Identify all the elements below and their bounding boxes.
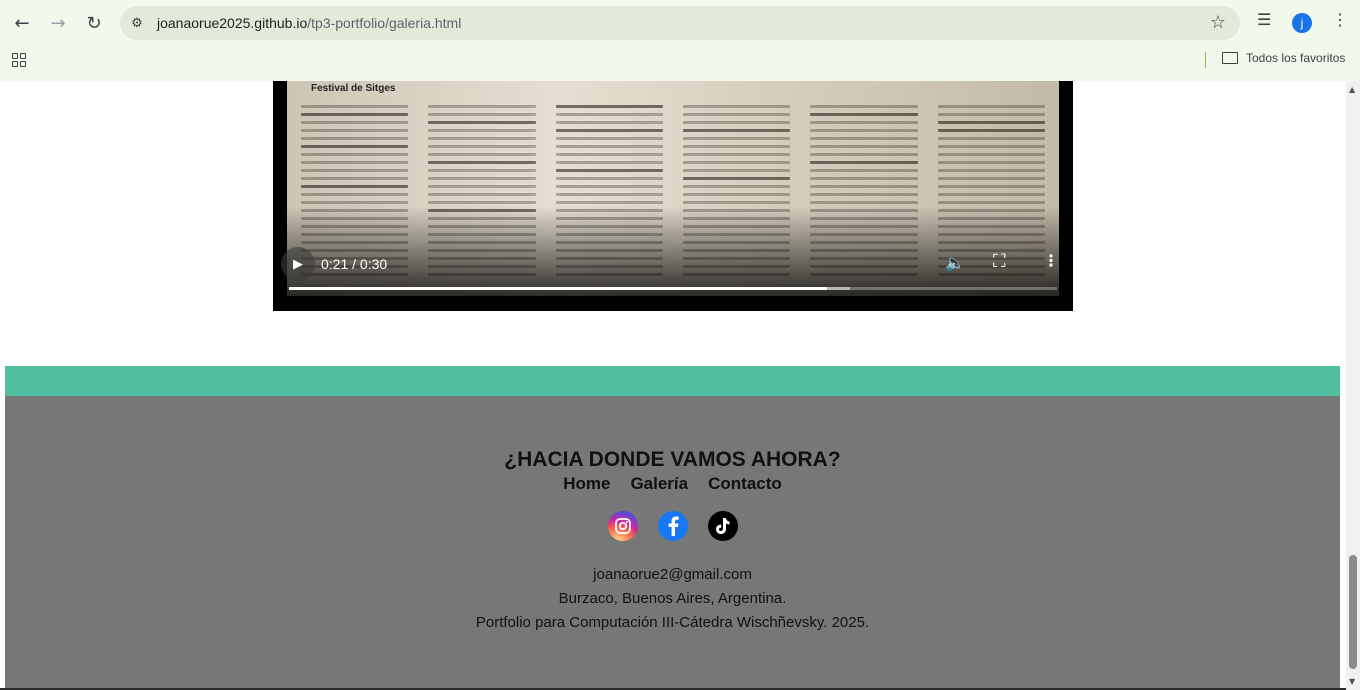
video-frame: Festival de Sitges bbox=[287, 81, 1059, 296]
folder-icon bbox=[1222, 52, 1238, 64]
browser-menu-icon[interactable]: ⋮ bbox=[1332, 10, 1348, 29]
back-button[interactable]: ← bbox=[8, 9, 36, 37]
scroll-up-icon[interactable]: ▲ bbox=[1349, 85, 1355, 94]
footer-accent-bar bbox=[5, 366, 1340, 396]
tiktok-icon[interactable] bbox=[707, 511, 738, 541]
more-options-icon[interactable]: ⋮ bbox=[1043, 251, 1059, 270]
play-button[interactable]: ▶ bbox=[281, 247, 315, 281]
forward-button[interactable]: → bbox=[44, 9, 72, 37]
footer-credits: Portfolio para Computación III-Cátedra W… bbox=[475, 614, 870, 631]
instagram-icon[interactable] bbox=[607, 511, 638, 541]
footer-location: Burzaco, Buenos Aires, Argentina. bbox=[558, 590, 787, 607]
scroll-down-icon[interactable]: ▼ bbox=[1349, 677, 1355, 686]
url-text[interactable]: joanaorue2025.github.io/tp3-portfolio/ga… bbox=[157, 15, 461, 31]
arrow-left-icon: ← bbox=[14, 12, 30, 34]
bookmarks-divider bbox=[1205, 52, 1206, 68]
controls-shade bbox=[287, 206, 1059, 296]
footer-link-galeria[interactable]: Galería bbox=[630, 474, 688, 494]
url-domain: joanaorue2025.github.io bbox=[157, 15, 308, 31]
social-links bbox=[5, 511, 1340, 541]
reload-button[interactable]: ↻ bbox=[80, 9, 108, 37]
newspaper-headline: Festival de Sitges bbox=[311, 83, 396, 94]
page-content: Festival de Sitges ▶ 0:21 / 0:30 🔈 ⛶ ⋮ ¿… bbox=[0, 81, 1346, 690]
footer-title: ¿HACIA DONDE VAMOS AHORA? bbox=[504, 448, 841, 471]
scrollbar-thumb[interactable] bbox=[1349, 555, 1357, 669]
fullscreen-icon[interactable]: ⛶ bbox=[993, 251, 1006, 272]
site-info-icon[interactable]: ⚙ bbox=[128, 14, 146, 32]
video-time: 0:21 / 0:30 bbox=[321, 256, 388, 272]
footer-link-home[interactable]: Home bbox=[563, 474, 610, 494]
browser-chrome: ← → ↻ ⚙ joanaorue2025.github.io/tp3-port… bbox=[0, 0, 1360, 82]
footer: ¿HACIA DONDE VAMOS AHORA? Home Galería C… bbox=[5, 396, 1340, 690]
bookmarks-folder[interactable]: Todos los favoritos bbox=[1222, 51, 1345, 65]
footer-nav: Home Galería Contacto bbox=[5, 474, 1340, 494]
bookmarks-folder-label: Todos los favoritos bbox=[1246, 51, 1346, 65]
footer-link-contacto[interactable]: Contacto bbox=[708, 474, 782, 494]
bookmark-star-icon[interactable]: ☆ bbox=[1210, 12, 1226, 33]
facebook-icon[interactable] bbox=[657, 511, 688, 541]
apps-grid-icon[interactable] bbox=[12, 53, 26, 67]
play-icon: ▶ bbox=[293, 256, 303, 272]
address-bar[interactable]: ⚙ joanaorue2025.github.io/tp3-portfolio/… bbox=[120, 6, 1240, 40]
arrow-right-icon: → bbox=[50, 12, 66, 34]
video-progress-fill bbox=[289, 287, 827, 290]
url-path: /tp3-portfolio/galeria.html bbox=[307, 15, 462, 31]
media-control-icon[interactable]: ☰ bbox=[1257, 10, 1271, 29]
profile-avatar[interactable]: j bbox=[1292, 13, 1312, 33]
video-player[interactable]: Festival de Sitges ▶ 0:21 / 0:30 🔈 ⛶ ⋮ bbox=[273, 81, 1073, 311]
footer-email[interactable]: joanaorue2@gmail.com bbox=[5, 566, 1340, 583]
video-progress-bar[interactable] bbox=[289, 287, 1057, 290]
page-scrollbar[interactable]: ▲ ▼ bbox=[1346, 81, 1360, 690]
reload-icon: ↻ bbox=[86, 12, 102, 34]
volume-icon[interactable]: 🔈 bbox=[945, 253, 965, 272]
